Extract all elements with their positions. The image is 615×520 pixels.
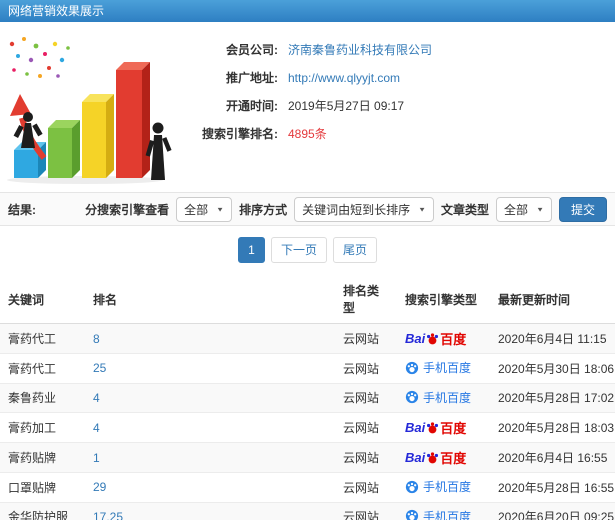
update-time-cell: 2020年5月30日 18:06 [498, 361, 615, 376]
rank-type-cell: 云网站 [343, 391, 380, 406]
rank-link[interactable]: 25 [93, 361, 106, 375]
baidu-logo: Bai 百度 [405, 420, 467, 436]
pagination: 1 下一页 尾页 [0, 226, 615, 275]
open-time-label: 开通时间: [226, 99, 278, 113]
baidu-logo: Bai 百度 [405, 450, 467, 466]
mobile-baidu-icon [405, 361, 419, 374]
titlebar: 网络营销效果展示 [0, 0, 615, 22]
header-update-time: 最新更新时间 [490, 275, 615, 324]
keyword-cell: 膏药代工 [8, 361, 57, 376]
mobile-baidu-badge: 手机百度 [405, 389, 471, 406]
rank-link[interactable]: 29 [93, 480, 106, 494]
rank-type-cell: 云网站 [343, 421, 380, 435]
table-header-row: 关键词 排名 排名类型 搜索引擎类型 最新更新时间 [0, 275, 615, 324]
next-page-button[interactable]: 下一页 [270, 237, 327, 263]
update-time-cell: 2020年5月28日 17:02 [498, 391, 615, 406]
rank-count-label: 搜索引擎排名: [202, 127, 278, 141]
page-button-1[interactable]: 1 [237, 237, 265, 263]
chevron-down-icon: ▼ [536, 205, 544, 213]
rank-type-cell: 云网站 [343, 510, 380, 520]
rank-link[interactable]: 4 [93, 391, 100, 405]
rank-count-value: 4895条 [288, 127, 327, 141]
url-label: 推广地址: [226, 71, 278, 85]
bar-yellow [82, 94, 114, 178]
company-link[interactable]: 济南秦鲁药业科技有限公司 [288, 42, 432, 59]
confetti-dots [9, 37, 70, 78]
update-time-cell: 2020年6月20日 09:25 [498, 510, 615, 520]
chevron-down-icon: ▼ [418, 205, 427, 213]
results-table: 关键词 排名 排名类型 搜索引擎类型 最新更新时间 膏药代工 8 云网站 Bai… [0, 275, 615, 520]
rank-type-cell: 云网站 [343, 332, 380, 346]
keyword-cell: 口罩贴牌 [8, 480, 57, 495]
rank-link[interactable]: 8 [93, 332, 100, 346]
rank-type-cell: 云网站 [343, 361, 380, 376]
mobile-baidu-icon [405, 509, 419, 520]
page-title: 网络营销效果展示 [8, 4, 105, 18]
mobile-baidu-badge: 手机百度 [405, 359, 471, 376]
table-row: 膏药贴牌 1 云网站 Bai 百度 2020年6月4日 16:55 [0, 442, 615, 473]
header-rank: 排名 [85, 275, 335, 324]
member-info: 会员公司: 济南秦鲁药业科技有限公司 推广地址: http://www.qlyy… [178, 30, 615, 186]
article-type-value: 全部 [504, 202, 529, 217]
bar-red [116, 62, 150, 178]
keyword-cell: 金华防护服 [8, 510, 69, 520]
header-keyword: 关键词 [0, 275, 85, 324]
engine-filter-label: 分搜索引擎查看 [85, 202, 170, 217]
open-time-value: 2019年5月27日 09:17 [288, 99, 405, 113]
rank-link[interactable]: 1 [93, 451, 100, 465]
keyword-cell: 秦鲁药业 [8, 391, 57, 406]
keyword-cell: 膏药贴牌 [8, 451, 57, 465]
table-row: 金华防护服 17,25 云网站 手机百度 2020年6月20日 09:25 [0, 502, 615, 520]
table-row: 口罩贴牌 29 云网站 手机百度 2020年5月28日 16:55 [0, 472, 615, 503]
info-section: 会员公司: 济南秦鲁药业科技有限公司 推广地址: http://www.qlyy… [0, 22, 615, 192]
chevron-down-icon: ▼ [216, 205, 225, 213]
info-row-company: 会员公司: 济南秦鲁药业科技有限公司 [178, 42, 615, 59]
article-type-label: 文章类型 [441, 202, 490, 217]
bar-green [48, 120, 80, 178]
submit-button[interactable]: 提交 [558, 196, 607, 222]
growth-chart-illustration [7, 37, 172, 184]
update-time-cell: 2020年5月28日 16:55 [498, 480, 615, 495]
keyword-cell: 膏药加工 [8, 421, 57, 435]
mobile-baidu-badge: 手机百度 [405, 508, 471, 520]
header-rank-type: 排名类型 [335, 275, 397, 324]
table-row: 膏药代工 8 云网站 Bai 百度 2020年6月4日 11:15 [0, 323, 615, 354]
article-type-select[interactable]: 全部 ▼ [496, 196, 552, 222]
filter-controls: 分搜索引擎查看 全部 ▼ 排序方式 关键词由短到长排序 ▼ 文章类型 全部 ▼ … [85, 196, 607, 222]
sort-select[interactable]: 关键词由短到长排序 ▼ [294, 196, 435, 222]
keyword-cell: 膏药代工 [8, 332, 57, 346]
rank-link[interactable]: 4 [93, 421, 100, 435]
update-time-cell: 2020年6月4日 16:55 [498, 451, 608, 465]
engine-filter-select[interactable]: 全部 ▼ [176, 196, 233, 222]
table-row: 膏药代工 25 云网站 手机百度 2020年5月30日 18:06 [0, 353, 615, 384]
info-row-url: 推广地址: http://www.qlyyjt.com [178, 70, 615, 87]
sort-value: 关键词由短到长排序 [302, 202, 411, 217]
engine-filter-value: 全部 [184, 202, 209, 217]
marketing-report-page: 网络营销效果展示 会员公司: 济南秦鲁药业科技有限公司 推广地址: http:/… [0, 0, 615, 520]
filter-bar: 结果: 分搜索引擎查看 全部 ▼ 排序方式 关键词由短到长排序 ▼ 文章类型 全… [0, 192, 615, 226]
info-row-open-time: 开通时间: 2019年5月27日 09:17 [178, 98, 615, 115]
info-row-rank-count: 搜索引擎排名: 4895条 [178, 126, 615, 143]
baidu-paw-icon [427, 333, 439, 345]
mobile-baidu-badge: 手机百度 [405, 478, 471, 495]
rank-type-cell: 云网站 [343, 480, 380, 495]
sort-label: 排序方式 [239, 202, 288, 217]
table-row: 秦鲁药业 4 云网站 手机百度 2020年5月28日 17:02 [0, 383, 615, 413]
rank-link[interactable]: 17,25 [93, 510, 123, 520]
baidu-paw-icon [427, 452, 439, 464]
promo-url-link[interactable]: http://www.qlyyjt.com [288, 70, 400, 87]
mobile-baidu-icon [405, 390, 419, 404]
last-page-button[interactable]: 尾页 [333, 237, 378, 263]
mobile-baidu-icon [405, 480, 419, 493]
update-time-cell: 2020年5月28日 18:03 [498, 421, 615, 435]
rank-type-cell: 云网站 [343, 451, 380, 465]
table-row: 膏药加工 4 云网站 Bai 百度 2020年5月28日 18:03 [0, 412, 615, 443]
result-label: 结果: [8, 202, 36, 217]
baidu-logo: Bai 百度 [405, 331, 467, 347]
header-engine-type: 搜索引擎类型 [397, 275, 490, 324]
update-time-cell: 2020年6月4日 11:15 [498, 332, 607, 346]
baidu-paw-icon [427, 422, 439, 434]
company-label: 会员公司: [226, 43, 278, 57]
